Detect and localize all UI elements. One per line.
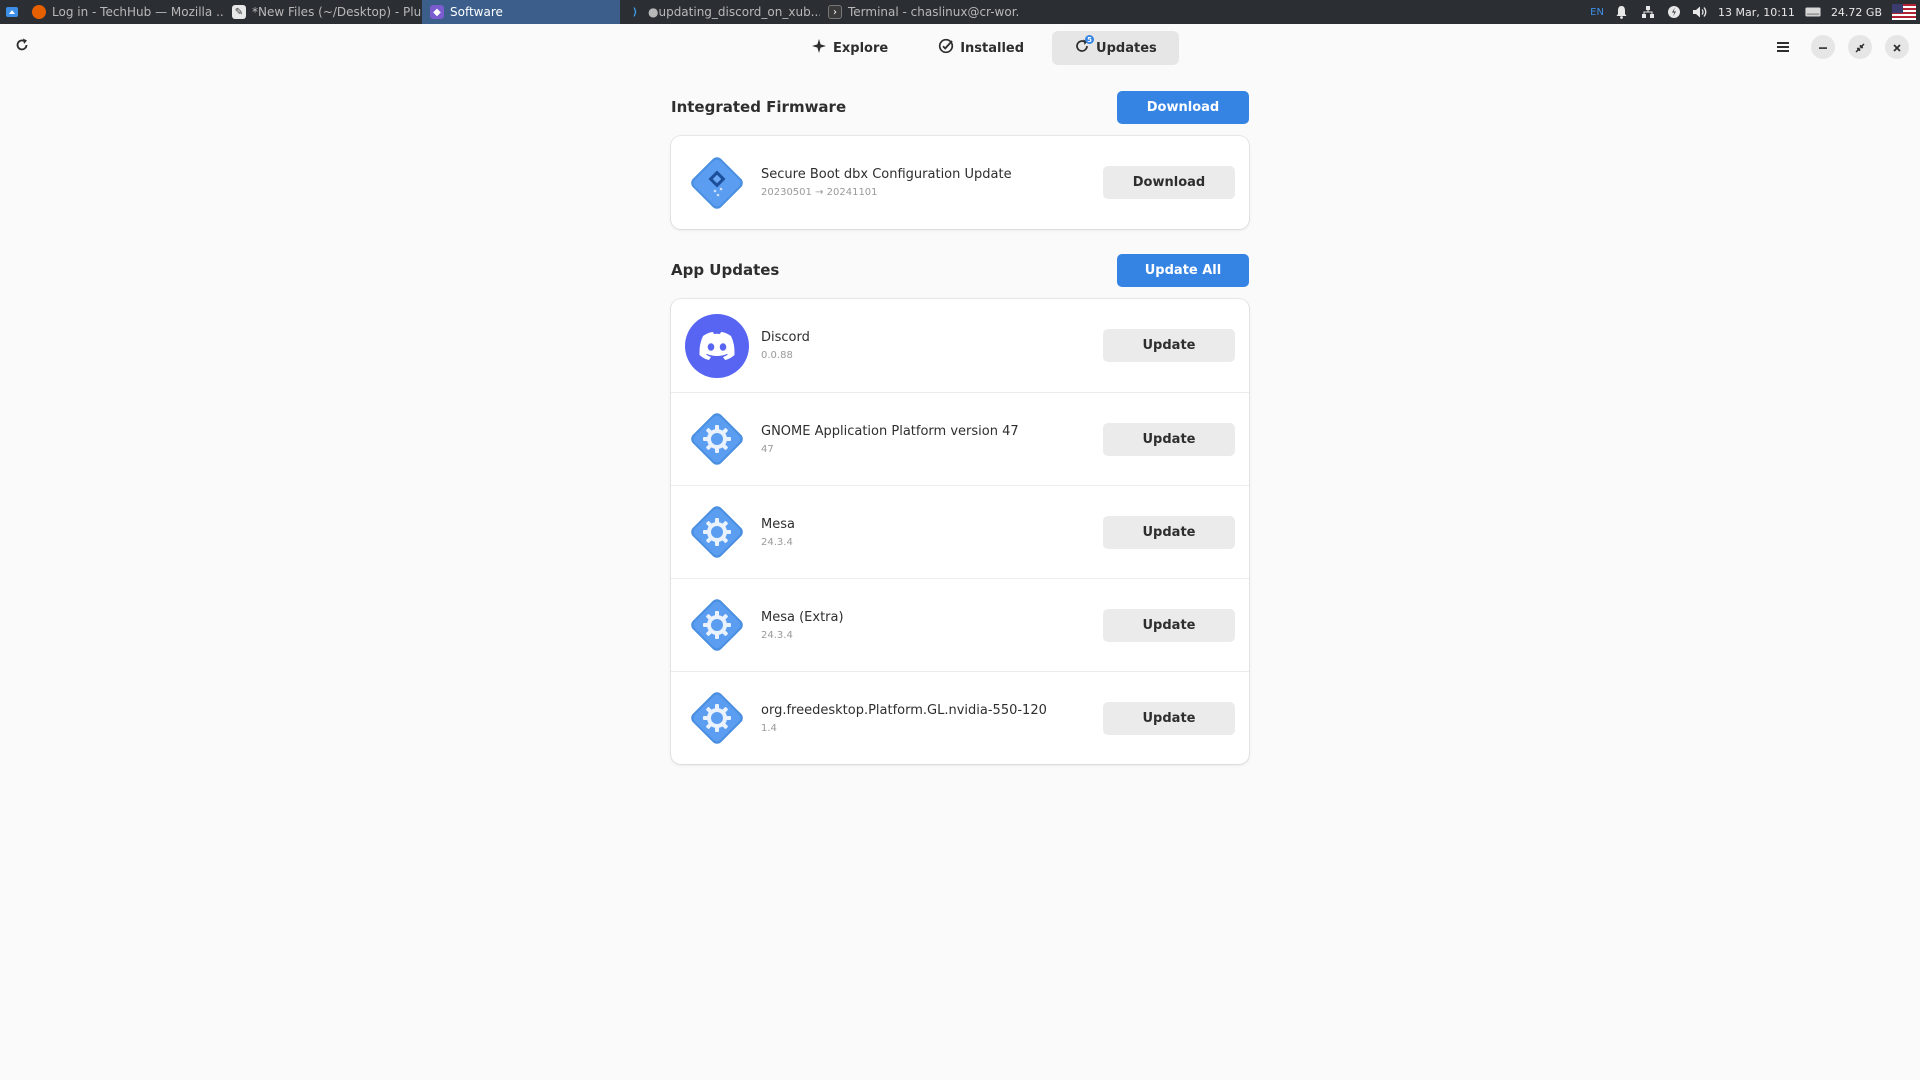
task-text-editor[interactable]: ✎ *New Files (~/Desktop) - Plu... [224, 0, 422, 24]
minimize-button[interactable] [1811, 35, 1835, 59]
update-button[interactable]: Update [1103, 515, 1235, 549]
package-gear-icon [685, 500, 749, 564]
refresh-icon [14, 37, 30, 57]
section-title: Integrated Firmware [671, 98, 847, 116]
task-label: *New Files (~/Desktop) - Plu... [252, 5, 422, 19]
app-name: Mesa (Extra) [761, 609, 844, 625]
refresh-button[interactable] [7, 32, 37, 62]
tab-label: Updates [1096, 40, 1157, 56]
package-gear-icon [685, 407, 749, 471]
tab-installed[interactable]: Installed [916, 31, 1046, 65]
app-name: Discord [761, 330, 810, 345]
tab-label: Explore [833, 40, 889, 56]
app-name: Mesa [761, 516, 795, 532]
system-tray: EN 13 Mar, 10:11 24.72 GB [1590, 0, 1920, 24]
app-name: org.freedesktop.Platform.GL.nvidia-550-1… [761, 702, 1047, 718]
firmware-version: 20230501 → 20241101 [761, 187, 878, 198]
volume-icon[interactable] [1692, 4, 1708, 20]
vscode-icon: ⟩ [632, 6, 638, 18]
app-version: 24.3.4 [761, 629, 793, 641]
clock[interactable]: 13 Mar, 10:11 [1718, 6, 1795, 19]
app-version: 24.3.4 [761, 536, 793, 548]
taskbar: Log in - TechHub — Mozilla ... ✎ *New Fi… [0, 0, 1920, 24]
task-label: ●updating_discord_on_xub... [648, 5, 820, 19]
app-updates-section-header: App Updates Update All [671, 253, 1249, 287]
firmware-chip-icon [685, 151, 749, 215]
main-menu-button[interactable] [1768, 32, 1798, 62]
firmware-list: Secure Boot dbx Configuration Update 202… [671, 136, 1249, 229]
task-firefox[interactable]: Log in - TechHub — Mozilla ... [24, 0, 224, 24]
view-switcher: Explore Installed 5 Updates [789, 31, 1179, 65]
list-item[interactable]: Mesa 24.3.4 Update [671, 485, 1249, 578]
package-gear-icon [685, 686, 749, 750]
software-icon: ◆ [430, 5, 444, 19]
update-button[interactable]: Update [1103, 329, 1235, 362]
network-icon[interactable] [1640, 4, 1656, 20]
task-label: Log in - TechHub — Mozilla ... [52, 5, 224, 19]
unmaximize-icon [1855, 38, 1865, 57]
close-icon [1892, 38, 1902, 57]
firefox-icon [32, 5, 46, 19]
minimize-icon [1818, 38, 1828, 57]
task-vscode[interactable]: ⟩ ●updating_discord_on_xub... [620, 0, 820, 24]
tab-updates[interactable]: 5 Updates [1052, 31, 1179, 65]
update-button[interactable]: Update [1103, 422, 1235, 456]
app-updates-list: Discord 0.0.88 Update GNOME Application … [671, 299, 1249, 764]
discord-icon [685, 313, 749, 378]
list-item[interactable]: Discord 0.0.88 Update [671, 299, 1249, 392]
update-all-button[interactable]: Update All [1117, 253, 1249, 287]
firmware-name: Secure Boot dbx Configuration Update [761, 167, 1012, 182]
us-flag-icon[interactable] [1892, 4, 1916, 20]
explore-icon [811, 38, 827, 58]
task-software[interactable]: ◆ Software [422, 0, 620, 24]
app-name: GNOME Application Platform version 47 [761, 423, 1019, 439]
terminal-icon: › [828, 5, 842, 19]
tab-explore[interactable]: Explore [789, 31, 910, 65]
disk-free[interactable]: 24.72 GB [1831, 6, 1882, 19]
download-all-button[interactable]: Download [1117, 90, 1249, 124]
list-item[interactable]: GNOME Application Platform version 47 47… [671, 392, 1249, 485]
hamburger-menu-icon [1776, 38, 1790, 57]
package-gear-icon [685, 593, 749, 657]
task-label: Software [450, 5, 503, 19]
installed-check-icon [938, 38, 954, 58]
app-version: 47 [761, 443, 774, 455]
app-version: 1.4 [761, 722, 777, 734]
whisker-menu-icon[interactable] [0, 0, 24, 24]
section-title: App Updates [671, 261, 780, 279]
app-version: 0.0.88 [761, 350, 793, 361]
header-bar: Explore Installed 5 Updates [0, 24, 1920, 70]
task-label: Terminal - chaslinux@cr-wor... [848, 5, 1020, 19]
task-terminal[interactable]: › Terminal - chaslinux@cr-wor... [820, 0, 1020, 24]
disk-icon [1805, 4, 1821, 20]
update-button[interactable]: Update [1103, 608, 1235, 642]
tab-label: Installed [960, 40, 1025, 56]
list-item[interactable]: Secure Boot dbx Configuration Update 202… [671, 136, 1249, 229]
close-button[interactable] [1885, 35, 1909, 59]
download-button[interactable]: Download [1103, 166, 1235, 199]
keyboard-layout-indicator[interactable]: EN [1590, 7, 1604, 18]
firmware-section-header: Integrated Firmware Download [671, 90, 1249, 124]
updates-count-badge: 5 [1085, 35, 1095, 44]
unmaximize-button[interactable] [1848, 35, 1872, 59]
power-icon[interactable] [1666, 4, 1682, 20]
list-item[interactable]: Mesa (Extra) 24.3.4 Update [671, 578, 1249, 671]
notification-bell-icon[interactable] [1614, 4, 1630, 20]
text-editor-icon: ✎ [232, 5, 246, 19]
updates-page: Integrated Firmware Download Secure Boot… [671, 90, 1249, 764]
update-button[interactable]: Update [1103, 701, 1235, 735]
list-item[interactable]: org.freedesktop.Platform.GL.nvidia-550-1… [671, 671, 1249, 764]
